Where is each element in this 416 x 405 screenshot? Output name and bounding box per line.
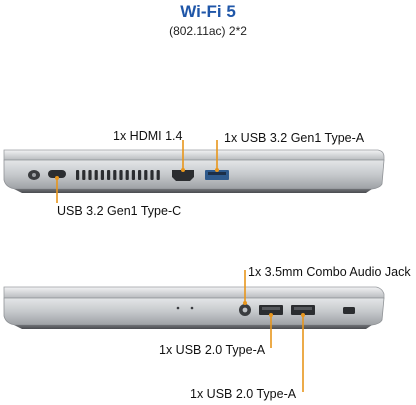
indicator-light-icon — [176, 306, 180, 310]
usb-c-gen1-label: USB 3.2 Gen1 Type-C — [57, 204, 182, 218]
vent-slot — [100, 170, 104, 180]
vent-slot — [88, 170, 92, 180]
usb-a-gen1-label: 1x USB 3.2 Gen1 Type-A — [224, 131, 365, 145]
usb2-a-1-label: 1x USB 2.0 Type-A — [159, 343, 266, 357]
vent-slot — [125, 170, 129, 180]
vent-slot — [144, 170, 148, 180]
vent-slot — [131, 170, 135, 180]
vent-slot — [138, 170, 142, 180]
usb2-a-2-label: 1x USB 2.0 Type-A — [190, 387, 297, 401]
hdmi-label: 1x HDMI 1.4 — [113, 129, 183, 143]
vent-slot — [107, 170, 111, 180]
audio-jack-label: 1x 3.5mm Combo Audio Jack — [248, 265, 411, 279]
vent-slot — [150, 170, 154, 180]
laptop-right-side — [3, 286, 385, 329]
vent-slot — [94, 170, 98, 180]
security-lock-slot-icon — [343, 307, 355, 314]
vent-slot — [156, 170, 160, 180]
audio-jack-port-icon — [239, 304, 251, 316]
vent-slot — [82, 170, 86, 180]
laptop-left-side — [3, 149, 385, 193]
vent-slot — [76, 170, 80, 180]
vent-slot — [119, 170, 123, 180]
dc-power-port-icon — [28, 170, 40, 180]
indicator-light-icon — [190, 306, 194, 310]
vent-slot — [113, 170, 117, 180]
